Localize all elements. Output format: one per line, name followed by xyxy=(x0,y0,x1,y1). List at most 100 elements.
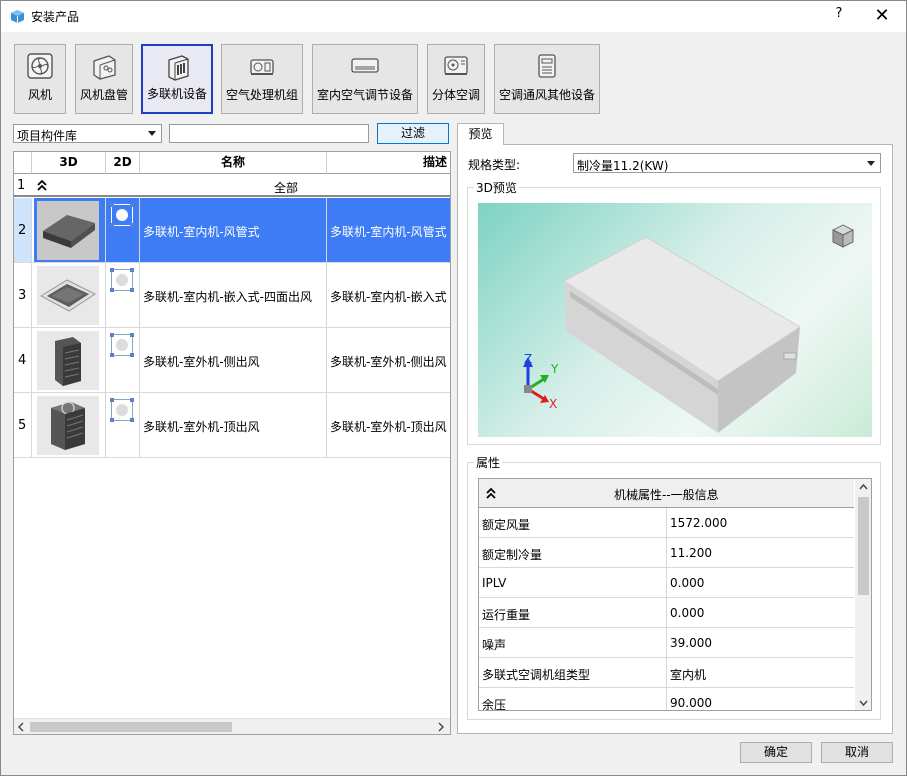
2d-symbol-icon xyxy=(110,203,134,227)
property-key: 额定风量 xyxy=(482,518,531,532)
category-label: 多联机设备 xyxy=(146,87,207,101)
table-row[interactable]: 2 多联机-室内机-风管式 多联机-室内机-风管式 xyxy=(14,198,450,263)
item-name: 多联机-室内机-嵌入式-四面出风 xyxy=(143,290,312,304)
property-value: 0.000 xyxy=(670,606,705,620)
property-row[interactable]: 噪声 39.000 xyxy=(479,628,854,658)
column-header-3d[interactable]: 3D xyxy=(32,152,106,174)
property-row[interactable]: 多联式空调机组类型 室内机 xyxy=(479,658,854,688)
item-description: 多联机-室内机-嵌入式 xyxy=(330,290,447,304)
scroll-down-icon[interactable] xyxy=(859,699,868,707)
group-label: 全部 xyxy=(274,181,299,195)
scroll-left-icon[interactable] xyxy=(17,722,25,732)
property-row[interactable]: 运行重量 0.000 xyxy=(479,598,854,628)
collapse-icon[interactable] xyxy=(485,487,497,500)
properties-header[interactable]: 机械属性--一般信息 xyxy=(479,479,854,508)
axis-z-label: Z xyxy=(524,352,533,366)
category-label: 空气处理机组 xyxy=(225,88,298,102)
table-row[interactable]: 5 多联机-室外机-顶出风 多联机-室外机-顶出风 xyxy=(14,393,450,458)
group-row[interactable]: 1 全部 xyxy=(14,175,450,197)
category-label: 空调通风其他设备 xyxy=(498,88,595,102)
horizontal-scrollbar[interactable] xyxy=(14,718,450,734)
vertical-scrollbar[interactable] xyxy=(855,479,871,710)
column-header-name[interactable]: 名称 xyxy=(140,152,327,174)
fan-icon xyxy=(27,53,53,79)
3d-viewport[interactable]: Z Y X xyxy=(478,203,872,437)
property-row[interactable]: 额定风量 1572.000 xyxy=(479,508,854,538)
install-product-dialog: 安装产品 ? ✕ 风机 风机盘管 多联机设备 空气处理机组 室内空气调节设备 分… xyxy=(0,0,907,776)
close-button[interactable]: ✕ xyxy=(867,4,897,28)
ok-button[interactable]: 确定 xyxy=(740,742,812,763)
item-description: 多联机-室外机-顶出风 xyxy=(330,420,447,434)
property-key: IPLV xyxy=(482,576,507,590)
scrollbar-thumb[interactable] xyxy=(858,497,869,595)
category-ahu-button[interactable]: 空气处理机组 xyxy=(221,44,303,114)
column-header-desc[interactable]: 描述 xyxy=(327,152,450,174)
column-header-2d[interactable]: 2D xyxy=(106,152,140,174)
indoor-ac-icon xyxy=(351,58,379,73)
row-number: 3 xyxy=(18,288,27,303)
library-dropdown[interactable]: 项目构件库 xyxy=(13,124,162,143)
3d-preview-title: 3D预览 xyxy=(474,179,519,196)
category-split-ac-button[interactable]: 分体空调 xyxy=(427,44,485,114)
spec-type-dropdown[interactable]: 制冷量11.2(KW) xyxy=(573,153,881,173)
category-fan-coil-button[interactable]: 风机盘管 xyxy=(75,44,133,114)
row-number: 5 xyxy=(18,418,27,433)
category-label: 分体空调 xyxy=(431,88,480,102)
property-key: 运行重量 xyxy=(482,608,531,622)
category-label: 风机 xyxy=(27,88,52,102)
row-number: 2 xyxy=(18,223,27,238)
property-value: 1572.000 xyxy=(670,516,728,530)
search-input[interactable] xyxy=(169,124,369,143)
2d-symbol-icon xyxy=(110,333,134,357)
2d-symbol-icon xyxy=(110,268,134,292)
table-row[interactable]: 3 多联机-室内机-嵌入式-四面出风 多联机-室内机-嵌入式 xyxy=(14,263,450,328)
collapse-icon[interactable] xyxy=(36,179,48,192)
title-bar: 安装产品 ? ✕ xyxy=(1,1,906,32)
item-name: 多联机-室外机-顶出风 xyxy=(143,420,260,434)
scrollbar-thumb[interactable] xyxy=(30,722,232,732)
property-key: 余压 xyxy=(482,698,507,711)
cassette-thumbnail xyxy=(37,266,99,325)
property-value: 11.200 xyxy=(670,546,712,560)
property-row[interactable]: 额定制冷量 11.200 xyxy=(479,538,854,568)
help-button[interactable]: ? xyxy=(827,6,851,26)
2d-symbol-icon xyxy=(110,398,134,422)
scroll-right-icon[interactable] xyxy=(437,722,445,732)
axis-x-label: X xyxy=(549,397,558,411)
category-hvac-other-button[interactable]: 空调通风其他设备 xyxy=(494,44,600,114)
side-outdoor-thumbnail xyxy=(37,331,99,390)
property-value: 90.000 xyxy=(670,696,712,710)
group-row-number: 1 xyxy=(17,178,26,193)
app-cube-icon xyxy=(11,10,24,23)
table-row[interactable]: 4 多联机-室外机-侧出风 多联机-室外机-侧出风 xyxy=(14,328,450,393)
category-indoor-ac-button[interactable]: 室内空气调节设备 xyxy=(312,44,418,114)
hvac-other-icon xyxy=(538,54,556,78)
fan-coil-icon xyxy=(93,55,116,80)
property-row[interactable]: IPLV 0.000 xyxy=(479,568,854,598)
axis-y-label: Y xyxy=(551,362,559,376)
item-description: 多联机-室内机-风管式 xyxy=(330,225,447,239)
property-value: 39.000 xyxy=(670,636,712,650)
properties-title: 属性 xyxy=(474,454,503,471)
view-cube-icon[interactable] xyxy=(830,223,856,249)
row-number: 4 xyxy=(18,353,27,368)
property-value: 0.000 xyxy=(670,576,705,590)
cancel-button[interactable]: 取消 xyxy=(821,742,893,763)
property-row[interactable]: 余压 90.000 xyxy=(479,688,854,711)
filter-button[interactable]: 过滤 xyxy=(377,123,449,144)
window-title: 安装产品 xyxy=(31,10,80,24)
properties-header-label: 机械属性--一般信息 xyxy=(614,488,719,502)
property-key: 多联式空调机组类型 xyxy=(482,668,591,682)
duct-unit-thumbnail xyxy=(37,201,99,260)
air-handling-unit-icon xyxy=(250,59,274,75)
category-fan-button[interactable]: 风机 xyxy=(14,44,66,114)
item-name: 多联机-室内机-风管式 xyxy=(143,225,260,239)
spec-type-selected: 制冷量11.2(KW) xyxy=(577,159,669,173)
scroll-up-icon[interactable] xyxy=(859,483,868,491)
tab-preview[interactable]: 预览 xyxy=(457,123,504,145)
category-vrf-button[interactable]: 多联机设备 xyxy=(141,44,213,114)
property-key: 噪声 xyxy=(482,638,507,652)
product-grid: 3D 2D 名称 描述 1 全部 2 多联机-室内机-风管式 多联机-室内机-风… xyxy=(13,151,451,735)
library-selected: 项目构件库 xyxy=(17,129,78,143)
category-label: 室内空气调节设备 xyxy=(316,88,413,102)
